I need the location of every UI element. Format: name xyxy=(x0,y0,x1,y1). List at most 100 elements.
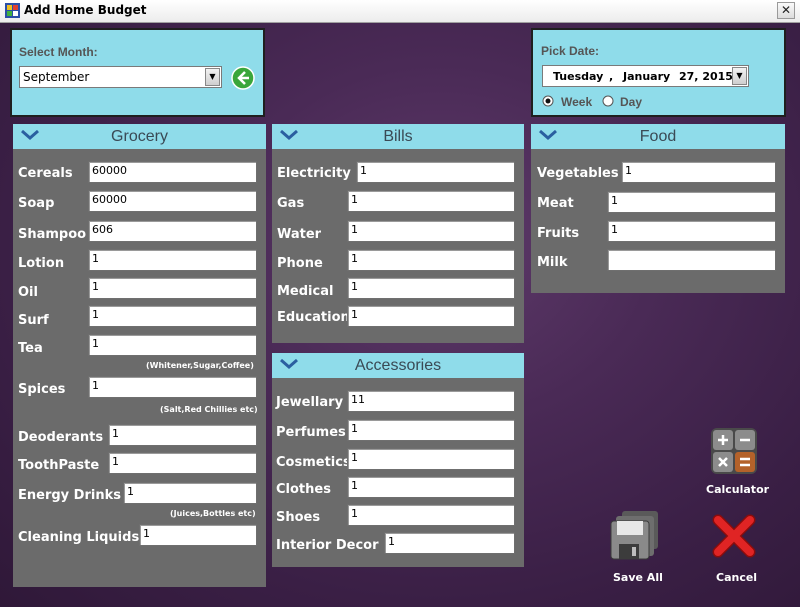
input-soap[interactable]: 60000 xyxy=(88,190,257,212)
field-label-fruits: Fruits xyxy=(537,226,580,241)
close-button[interactable]: ✕ xyxy=(777,2,795,19)
input-lotion[interactable]: 1 xyxy=(88,249,257,271)
select-month-label: Select Month: xyxy=(19,45,98,59)
radio-day-label[interactable]: Day xyxy=(620,95,642,109)
month-dropdown[interactable]: September ▼ xyxy=(19,66,222,88)
input-oil[interactable]: 1 xyxy=(88,277,257,299)
field-label-phone: Phone xyxy=(277,256,323,271)
month-dropdown-value: September xyxy=(23,70,90,84)
date-comma: , xyxy=(609,70,614,83)
field-label-vegetables: Vegetables xyxy=(537,166,619,181)
bills-header: Bills xyxy=(272,124,524,149)
field-label-electricity: Electricity xyxy=(277,166,351,181)
input-jewellary[interactable]: 11 xyxy=(347,390,515,412)
field-label-perfumes: Perfumes xyxy=(276,425,346,440)
input-cosmetics[interactable]: 1 xyxy=(347,448,515,470)
input-education[interactable]: 1 xyxy=(347,305,515,327)
field-label-cosmetics: Cosmetics xyxy=(276,455,351,470)
grocery-panel: Grocery Cereals 60000 Soap 60000 Shampoo… xyxy=(13,124,266,587)
field-label-milk: Milk xyxy=(537,255,568,270)
grocery-header: Grocery xyxy=(13,124,266,149)
field-label-interior-decor: Interior Decor xyxy=(276,538,379,553)
input-toothpaste[interactable]: 1 xyxy=(108,452,257,474)
calculator-icon[interactable] xyxy=(710,427,758,475)
radio-week-label[interactable]: Week xyxy=(561,95,592,109)
save-all-label[interactable]: Save All xyxy=(613,571,663,584)
cancel-label[interactable]: Cancel xyxy=(716,571,757,584)
grocery-title: Grocery xyxy=(111,128,168,145)
field-label-clothes: Clothes xyxy=(276,482,331,497)
input-clothes[interactable]: 1 xyxy=(347,476,515,498)
input-electricity[interactable]: 1 xyxy=(356,161,515,183)
field-label-deoderants: Deoderants xyxy=(18,430,104,445)
field-label-shoes: Shoes xyxy=(276,510,321,525)
date-month: January xyxy=(623,70,671,83)
field-label-water: Water xyxy=(277,227,322,242)
input-shoes[interactable]: 1 xyxy=(347,504,515,526)
field-label-cleaning-liquids: Cleaning Liquids xyxy=(18,530,140,545)
food-header: Food xyxy=(531,124,785,149)
bills-panel: Bills Electricity 1 Gas 1 Water 1 Phone … xyxy=(272,124,524,343)
field-label-lotion: Lotion xyxy=(18,256,65,271)
pick-date-box: Pick Date: Tuesday , January 27, 2015 ▼ … xyxy=(531,28,786,117)
select-month-box: Select Month: September ▼ xyxy=(10,28,265,117)
bills-title: Bills xyxy=(383,128,413,145)
date-picker[interactable]: Tuesday , January 27, 2015 ▼ xyxy=(542,65,749,87)
input-medical[interactable]: 1 xyxy=(347,277,515,299)
app-icon xyxy=(5,3,20,18)
energy-drinks-hint: (Juices,Bottles etc) xyxy=(170,509,256,518)
field-label-tea: Tea xyxy=(18,341,43,356)
floppy-disk-icon[interactable] xyxy=(610,510,660,560)
field-label-education: Education xyxy=(277,310,350,325)
spices-hint: (Salt,Red Chillies etc) xyxy=(160,405,258,414)
title-bar: Add Home Budget ✕ xyxy=(0,0,800,23)
field-label-jewellary: Jewellary xyxy=(276,395,344,410)
input-phone[interactable]: 1 xyxy=(347,249,515,271)
radio-day[interactable] xyxy=(602,95,614,107)
add-home-budget-window: Add Home Budget ✕ Select Month: Septembe… xyxy=(0,0,800,607)
field-label-meat: Meat xyxy=(537,196,574,211)
field-label-spices: Spices xyxy=(18,382,66,397)
back-arrow-icon[interactable] xyxy=(231,66,255,90)
date-day-year: 27, 2015 xyxy=(679,70,733,83)
input-cereals[interactable]: 60000 xyxy=(88,161,257,183)
field-label-medical: Medical xyxy=(277,284,334,299)
input-cleaning-liquids[interactable]: 1 xyxy=(139,524,257,546)
field-label-energy-drinks: Energy Drinks xyxy=(18,488,121,503)
field-label-shampoo: Shampoo xyxy=(18,227,87,242)
food-title: Food xyxy=(639,128,677,145)
input-tea[interactable]: 1 xyxy=(88,334,257,356)
input-shampoo[interactable]: 606 xyxy=(88,220,257,242)
field-label-gas: Gas xyxy=(277,196,305,211)
input-fruits[interactable]: 1 xyxy=(607,220,776,242)
input-perfumes[interactable]: 1 xyxy=(347,419,515,441)
radio-week[interactable] xyxy=(542,95,554,107)
food-panel: Food Vegetables 1 Meat 1 Fruits 1 Milk xyxy=(531,124,785,293)
input-deoderants[interactable]: 1 xyxy=(108,424,257,446)
chevron-down-icon[interactable]: ▼ xyxy=(205,68,220,86)
calendar-dropdown-icon[interactable]: ▼ xyxy=(732,67,747,85)
red-x-icon[interactable] xyxy=(712,514,756,558)
input-spices[interactable]: 1 xyxy=(88,376,257,398)
pick-date-label: Pick Date: xyxy=(541,44,600,58)
field-label-toothpaste: ToothPaste xyxy=(18,458,100,473)
input-gas[interactable]: 1 xyxy=(347,190,515,212)
field-label-cereals: Cereals xyxy=(18,166,73,181)
accessories-header: Accessories xyxy=(272,353,524,378)
input-energy-drinks[interactable]: 1 xyxy=(123,482,257,504)
input-meat[interactable]: 1 xyxy=(607,191,776,213)
input-surf[interactable]: 1 xyxy=(88,305,257,327)
input-interior-decor[interactable]: 1 xyxy=(384,532,515,554)
accessories-panel: Accessories Jewellary 11 Perfumes 1 Cosm… xyxy=(272,353,524,567)
input-vegetables[interactable]: 1 xyxy=(621,161,776,183)
window-title: Add Home Budget xyxy=(24,3,147,17)
input-milk[interactable] xyxy=(607,249,776,271)
field-label-surf: Surf xyxy=(18,313,49,328)
field-label-oil: Oil xyxy=(18,285,38,300)
date-weekday: Tuesday xyxy=(553,70,604,83)
input-water[interactable]: 1 xyxy=(347,220,515,242)
accessories-title: Accessories xyxy=(354,357,442,374)
calculator-label[interactable]: Calculator xyxy=(706,483,769,496)
tea-hint: (Whitener,Sugar,Coffee) xyxy=(146,361,254,370)
field-label-soap: Soap xyxy=(18,196,55,211)
